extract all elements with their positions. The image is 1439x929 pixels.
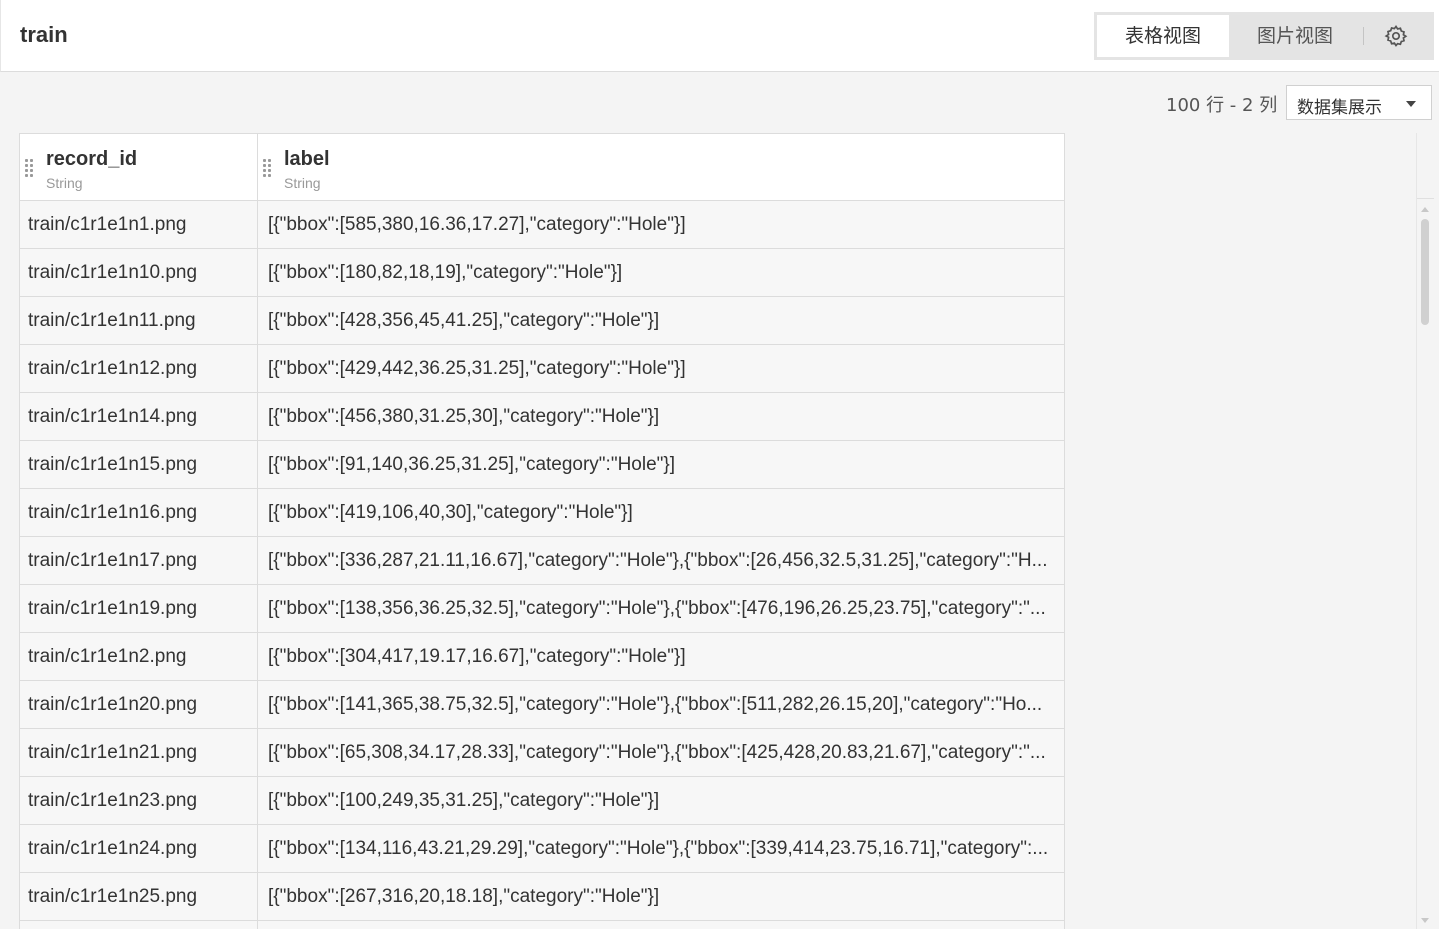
view-divider bbox=[1363, 27, 1364, 45]
label-cell: [{"bbox":[428,356,45,41.25],"category":"… bbox=[268, 310, 660, 331]
label-cell: [{"bbox":[585,380,16.36,17.27],"category… bbox=[268, 214, 686, 235]
label-cell: [{"bbox":[180,82,18,19],"category":"Hole… bbox=[268, 262, 623, 283]
drag-handle-icon[interactable] bbox=[262, 159, 274, 177]
data-table-viewport: record_id String label String train/c1r1… bbox=[19, 133, 1417, 929]
record-id-cell: train/c1r1e1n10.png bbox=[20, 249, 258, 296]
table-row[interactable]: train/c1r1e1n23.png [{"bbox":[100,249,35,… bbox=[20, 777, 1064, 825]
label-cell: [{"bbox":[336,287,21.11,16.67],"category… bbox=[268, 550, 1048, 571]
table-body: train/c1r1e1n1.png [{"bbox":[585,380,16.3… bbox=[20, 201, 1064, 929]
table-view-tab[interactable]: 表格视图 bbox=[1097, 15, 1229, 57]
table-header: record_id String label String bbox=[20, 133, 1064, 201]
page-title: train bbox=[20, 22, 68, 47]
label-cell: [{"bbox":[100,249,35,31.25],"category":"… bbox=[268, 790, 660, 811]
record-id-cell: train/c1r1e1n14.png bbox=[20, 393, 258, 440]
table-row[interactable]: train/c1r1e1n16.png [{"bbox":[419,106,40,… bbox=[20, 489, 1064, 537]
table-row[interactable]: train/c1r1e1n24.png [{"bbox":[134,116,43.… bbox=[20, 825, 1064, 873]
gear-icon[interactable] bbox=[1384, 24, 1408, 48]
label-cell: [{"bbox":[91,140,36.25,31.25],"category"… bbox=[268, 454, 676, 475]
table-row[interactable]: train/c1r1e1n14.png [{"bbox":[456,380,31.… bbox=[20, 393, 1064, 441]
record-id-cell bbox=[20, 921, 258, 929]
table-row[interactable] bbox=[20, 921, 1064, 929]
table-row[interactable]: train/c1r1e1n15.png [{"bbox":[91,140,36.2… bbox=[20, 441, 1064, 489]
label-cell: [{"bbox":[429,442,36.25,31.25],"category… bbox=[268, 358, 686, 379]
table-row[interactable]: train/c1r1e1n10.png [{"bbox":[180,82,18,1… bbox=[20, 249, 1064, 297]
column-header-record-id[interactable]: record_id String bbox=[20, 134, 258, 200]
column-name: label bbox=[284, 148, 330, 170]
table-row[interactable]: train/c1r1e1n17.png [{"bbox":[336,287,21.… bbox=[20, 537, 1064, 585]
table-row[interactable]: train/c1r1e1n1.png [{"bbox":[585,380,16.3… bbox=[20, 201, 1064, 249]
column-type: String bbox=[284, 175, 321, 191]
vertical-scrollbar[interactable] bbox=[1416, 133, 1434, 929]
record-id-cell: train/c1r1e1n11.png bbox=[20, 297, 258, 344]
record-id-cell: train/c1r1e1n2.png bbox=[20, 633, 258, 680]
record-id-cell: train/c1r1e1n25.png bbox=[20, 873, 258, 920]
table-row[interactable]: train/c1r1e1n21.png [{"bbox":[65,308,34.1… bbox=[20, 729, 1064, 777]
table-row[interactable]: train/c1r1e1n25.png [{"bbox":[267,316,20,… bbox=[20, 873, 1064, 921]
record-id-cell: train/c1r1e1n19.png bbox=[20, 585, 258, 632]
caret-down-icon bbox=[1406, 101, 1416, 107]
record-id-cell: train/c1r1e1n16.png bbox=[20, 489, 258, 536]
record-id-cell: train/c1r1e1n1.png bbox=[20, 201, 258, 248]
column-name: record_id bbox=[46, 148, 138, 170]
label-cell bbox=[258, 921, 1064, 929]
display-mode-value: 数据集展示 bbox=[1297, 98, 1382, 118]
record-id-cell: train/c1r1e1n12.png bbox=[20, 345, 258, 392]
record-id-cell: train/c1r1e1n20.png bbox=[20, 681, 258, 728]
scrollbar-header-spacer bbox=[1417, 133, 1434, 199]
label-cell: [{"bbox":[456,380,31.25,30],"category":"… bbox=[268, 406, 660, 427]
row-column-count: 100 行 - 2 列 bbox=[1166, 95, 1278, 116]
table-row[interactable]: train/c1r1e1n2.png [{"bbox":[304,417,19.1… bbox=[20, 633, 1064, 681]
label-cell: [{"bbox":[419,106,40,30],"category":"Hol… bbox=[268, 502, 633, 523]
column-type: String bbox=[46, 175, 83, 191]
record-id-cell: train/c1r1e1n23.png bbox=[20, 777, 258, 824]
label-cell: [{"bbox":[141,365,38.75,32.5],"category"… bbox=[268, 694, 1043, 715]
scroll-down-icon[interactable] bbox=[1421, 918, 1429, 923]
label-cell: [{"bbox":[134,116,43.21,29.29],"category… bbox=[268, 838, 1049, 859]
label-cell: [{"bbox":[267,316,20,18.18],"category":"… bbox=[268, 886, 660, 907]
image-view-tab[interactable]: 图片视图 bbox=[1229, 15, 1361, 57]
column-header-label[interactable]: label String bbox=[258, 134, 1064, 200]
table-row[interactable]: train/c1r1e1n12.png [{"bbox":[429,442,36.… bbox=[20, 345, 1064, 393]
display-mode-select[interactable]: 数据集展示 bbox=[1286, 85, 1432, 120]
label-cell: [{"bbox":[65,308,34.17,28.33],"category"… bbox=[268, 742, 1046, 763]
scrollbar-thumb[interactable] bbox=[1421, 219, 1429, 325]
view-switch: 表格视图 图片视图 bbox=[1094, 12, 1434, 60]
page-header: train 表格视图 图片视图 bbox=[0, 0, 1439, 72]
table-row[interactable]: train/c1r1e1n19.png [{"bbox":[138,356,36.… bbox=[20, 585, 1064, 633]
table-row[interactable]: train/c1r1e1n20.png [{"bbox":[141,365,38.… bbox=[20, 681, 1064, 729]
data-table: record_id String label String train/c1r1… bbox=[19, 133, 1065, 929]
label-cell: [{"bbox":[304,417,19.17,16.67],"category… bbox=[268, 646, 686, 667]
record-id-cell: train/c1r1e1n17.png bbox=[20, 537, 258, 584]
label-cell: [{"bbox":[138,356,36.25,32.5],"category"… bbox=[268, 598, 1046, 619]
record-id-cell: train/c1r1e1n24.png bbox=[20, 825, 258, 872]
record-id-cell: train/c1r1e1n15.png bbox=[20, 441, 258, 488]
record-id-cell: train/c1r1e1n21.png bbox=[20, 729, 258, 776]
scroll-up-icon[interactable] bbox=[1421, 207, 1429, 212]
drag-handle-icon[interactable] bbox=[24, 159, 36, 177]
table-row[interactable]: train/c1r1e1n11.png [{"bbox":[428,356,45,… bbox=[20, 297, 1064, 345]
